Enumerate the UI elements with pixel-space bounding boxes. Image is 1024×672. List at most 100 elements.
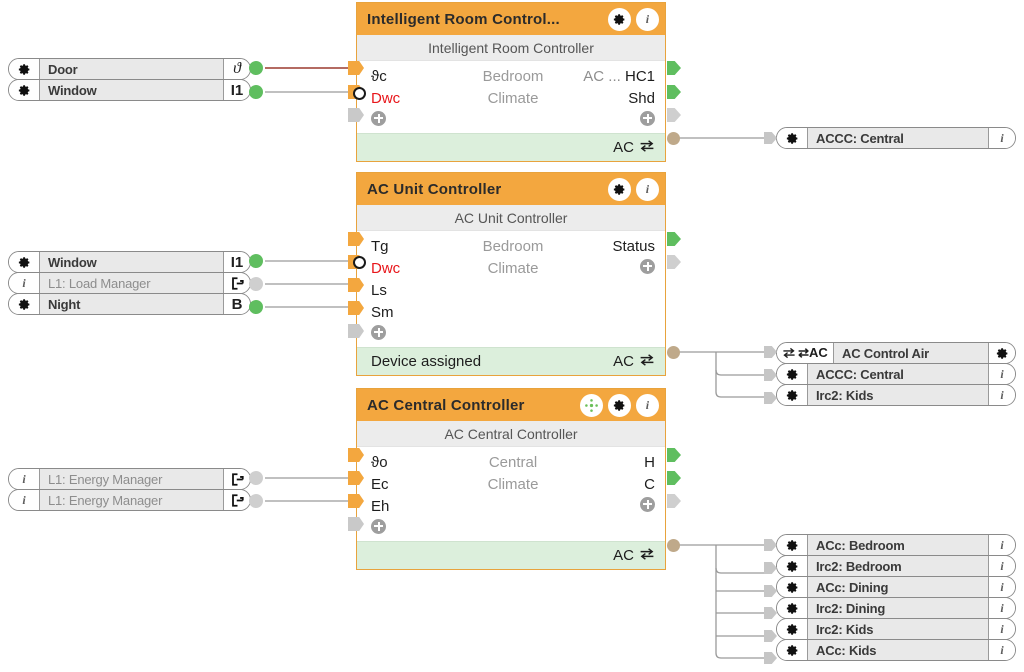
gear-icon[interactable] [608, 177, 631, 201]
gear-icon[interactable] [777, 556, 808, 576]
port-row[interactable]: Dwc Climate Shd [357, 87, 665, 109]
list-item[interactable]: i L1: Energy Manager [8, 468, 251, 490]
info-icon[interactable]: i [636, 393, 659, 417]
output-port[interactable] [249, 61, 263, 75]
output-port[interactable] [667, 471, 681, 485]
output-port[interactable] [249, 471, 263, 485]
info-icon[interactable]: i [636, 177, 659, 201]
info-icon[interactable]: i [988, 128, 1015, 148]
output-port-add[interactable] [667, 494, 681, 508]
gear-icon[interactable] [777, 535, 808, 555]
port-row[interactable]: Tg Bedroom Status [357, 235, 665, 257]
output-port[interactable] [249, 85, 263, 99]
list-item[interactable]: i L1: Energy Manager [8, 489, 251, 511]
list-item[interactable]: ACc: Dining i [776, 576, 1016, 598]
info-icon[interactable]: i [9, 490, 40, 510]
node-title-bar[interactable]: Intelligent Room Control... i [357, 3, 665, 35]
output-port-ac[interactable] [667, 132, 680, 145]
node-title-bar[interactable]: AC Unit Controller i [357, 173, 665, 205]
list-item[interactable]: Window I1 [8, 251, 251, 273]
info-icon[interactable]: i [988, 535, 1015, 555]
port-row-add[interactable] [357, 517, 665, 539]
list-item[interactable]: Irc2: Kids i [776, 384, 1016, 406]
info-icon[interactable]: i [988, 577, 1015, 597]
gear-icon[interactable] [9, 59, 40, 79]
info-icon[interactable]: i [988, 640, 1015, 660]
output-port-ac[interactable] [667, 346, 680, 359]
info-icon[interactable]: i [988, 364, 1015, 384]
gear-icon[interactable] [777, 385, 808, 405]
list-item[interactable]: ACc: Kids i [776, 639, 1016, 661]
node-ac-central-controller[interactable]: AC Central Controller i AC Central Contr… [356, 388, 666, 570]
output-label: Status [612, 237, 655, 255]
gear-icon[interactable] [777, 598, 808, 618]
port-row[interactable]: ϑo Central H [357, 451, 665, 473]
node-title-bar[interactable]: AC Central Controller i [357, 389, 665, 421]
gear-icon[interactable] [777, 364, 808, 384]
output-port-add[interactable] [667, 255, 681, 269]
output-port[interactable] [249, 300, 263, 314]
port-row[interactable]: Ls [357, 279, 665, 301]
info-icon[interactable]: i [9, 273, 40, 293]
output-port-ac[interactable] [667, 539, 680, 552]
list-item[interactable]: ⇄AC AC Control Air [776, 342, 1016, 364]
gear-icon[interactable] [777, 619, 808, 639]
node-title: AC Central Controller [367, 396, 525, 414]
node-footer[interactable]: AC [357, 541, 665, 569]
swap-ac-icon[interactable]: ⇄AC [777, 343, 834, 363]
gear-icon[interactable] [9, 294, 40, 314]
list-item[interactable]: Night B [8, 293, 251, 315]
info-icon[interactable]: i [988, 598, 1015, 618]
node-footer[interactable]: AC [357, 133, 665, 161]
add-input-icon[interactable] [371, 518, 386, 534]
info-icon[interactable]: i [988, 556, 1015, 576]
gear-icon[interactable] [608, 393, 631, 417]
port-row[interactable]: Sm [357, 301, 665, 323]
port-row[interactable]: ϑc Bedroom AC ... HC1 [357, 65, 665, 87]
output-port[interactable] [667, 61, 681, 75]
output-port[interactable] [667, 448, 681, 462]
port-row-add[interactable] [357, 323, 665, 345]
node-intelligent-room-controller[interactable]: Intelligent Room Control... i Intelligen… [356, 2, 666, 162]
gear-icon[interactable] [777, 577, 808, 597]
gear-icon[interactable] [777, 640, 808, 660]
info-icon[interactable]: i [636, 7, 659, 31]
output-port-add[interactable] [667, 108, 681, 122]
gear-icon[interactable] [777, 128, 808, 148]
list-item[interactable]: ACCC: Central i [776, 363, 1016, 385]
add-output-icon[interactable] [640, 110, 655, 126]
output-port[interactable] [249, 494, 263, 508]
add-input-icon[interactable] [371, 324, 386, 340]
network-icon[interactable] [580, 393, 603, 417]
output-port[interactable] [249, 277, 263, 291]
output-port[interactable] [667, 85, 681, 99]
node-body: ϑc Bedroom AC ... HC1 Dwc Climate Shd [357, 61, 665, 133]
list-item[interactable]: ACc: Bedroom i [776, 534, 1016, 556]
port-row[interactable]: Eh [357, 495, 665, 517]
node-footer[interactable]: Device assigned AC [357, 347, 665, 375]
gear-icon[interactable] [9, 252, 40, 272]
output-port[interactable] [667, 232, 681, 246]
output-port[interactable] [249, 254, 263, 268]
node-ac-unit-controller[interactable]: AC Unit Controller i AC Unit Controller … [356, 172, 666, 376]
port-row[interactable]: Dwc Climate [357, 257, 665, 279]
list-item[interactable]: Irc2: Kids i [776, 618, 1016, 640]
gear-icon[interactable] [9, 80, 40, 100]
list-item[interactable]: i L1: Load Manager [8, 272, 251, 294]
list-item[interactable]: Irc2: Dining i [776, 597, 1016, 619]
gear-icon[interactable] [988, 343, 1015, 363]
info-icon[interactable]: i [988, 385, 1015, 405]
port-row-add[interactable] [357, 109, 665, 131]
list-item[interactable]: Irc2: Bedroom i [776, 555, 1016, 577]
add-output-icon[interactable] [640, 496, 655, 512]
add-output-icon[interactable] [640, 258, 655, 274]
add-input-icon[interactable] [371, 110, 386, 126]
list-item[interactable]: ACCC: Central i [776, 127, 1016, 149]
list-item[interactable]: Door ϑ [8, 58, 251, 80]
info-icon[interactable]: i [988, 619, 1015, 639]
gear-icon[interactable] [608, 7, 631, 31]
list-item[interactable]: Window I1 [8, 79, 251, 101]
target-label: AC Control Air [834, 343, 988, 363]
port-row[interactable]: Ec Climate C [357, 473, 665, 495]
info-icon[interactable]: i [9, 469, 40, 489]
